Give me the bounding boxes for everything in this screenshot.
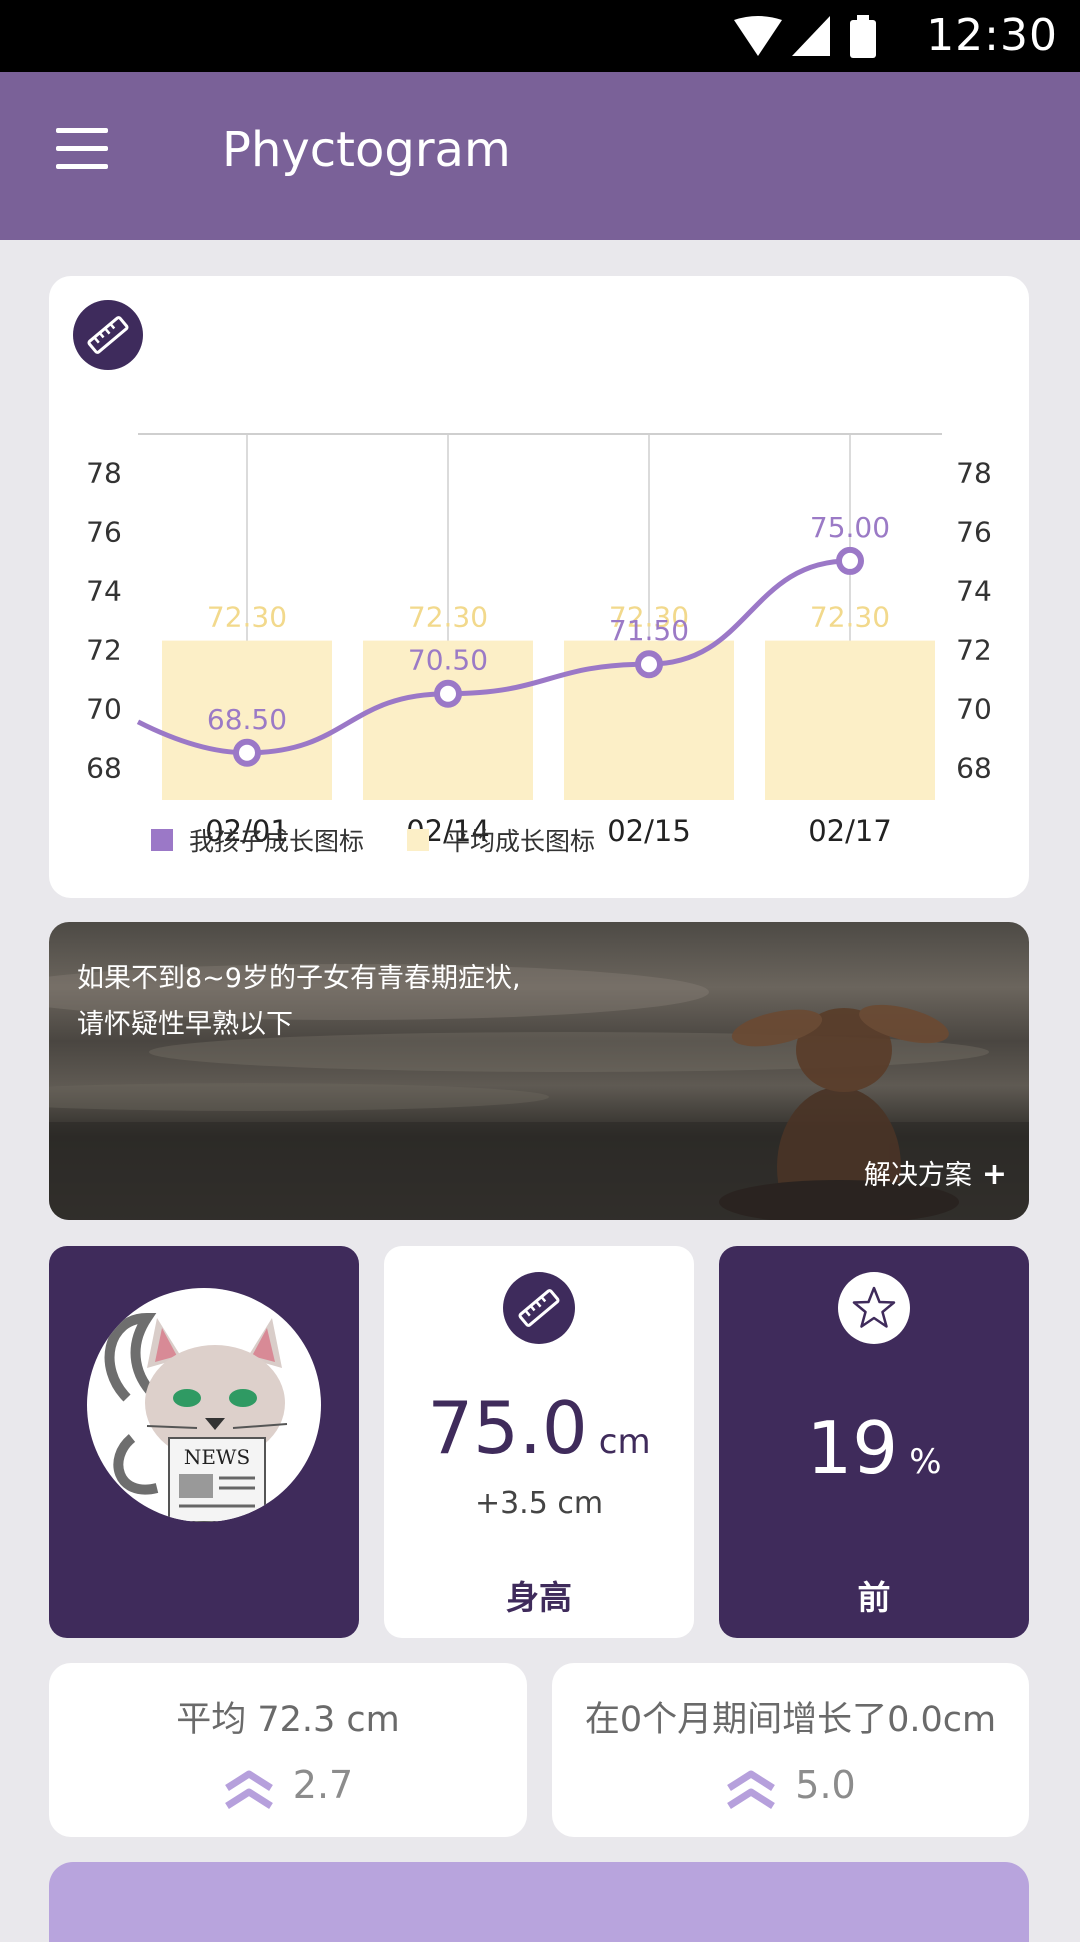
- growth-chart-card: 72.30 72.30 72.30 72.30 68.50 70.50 71.50 75.0…: [49, 276, 1029, 898]
- average-bar-label: 72.30: [408, 601, 488, 634]
- y-axis-left-tick: 76: [86, 515, 122, 548]
- legend-label-average: 平均成长图标: [445, 827, 595, 856]
- average-bar: [765, 640, 935, 800]
- y-axis-right-tick: 72: [956, 633, 992, 666]
- banner-line-2: 请怀疑性早熟以下: [77, 1009, 293, 1040]
- star-icon: [838, 1272, 910, 1344]
- y-axis-right-tick: 70: [956, 693, 992, 726]
- banner-line-1: 如果不到8~9岁的子女有青春期症状,: [77, 963, 521, 994]
- height-tile[interactable]: 75.0 cm +3.5 cm 身高: [384, 1246, 694, 1638]
- child-growth-point: [233, 738, 261, 767]
- child-growth-point: [836, 546, 864, 575]
- y-axis-right-tick: 78: [956, 456, 992, 489]
- child-avatar-tile[interactable]: NEWS: [49, 1246, 359, 1638]
- growth-label: 在0个月期间增长了0.0cm: [584, 1700, 997, 1740]
- double-chevron-up-icon: [727, 1770, 776, 1809]
- average-label: 平均 72.3 cm: [176, 1700, 400, 1740]
- banner-text: 如果不到8~9岁的子女有青春期症状, 请怀疑性早熟以下: [77, 956, 521, 1048]
- y-axis-left-tick: 78: [86, 456, 122, 489]
- bottom-action-button[interactable]: [49, 1862, 1029, 1942]
- growth-value: 5.0: [795, 1763, 856, 1807]
- growth-stat-card: 在0个月期间增长了0.0cm 5.0: [552, 1663, 1029, 1837]
- percentile-value-group: 19 %: [719, 1406, 1029, 1490]
- percentile-tile[interactable]: 19 % 前: [719, 1246, 1029, 1638]
- solution-button[interactable]: 解决方案 +: [864, 1153, 1007, 1192]
- menu-icon[interactable]: [48, 128, 112, 180]
- app-bar: Phyctogram: [0, 72, 1080, 240]
- height-caption: 身高: [506, 1578, 572, 1617]
- average-value: 2.7: [292, 1763, 354, 1807]
- growth-chart: 72.30 72.30 72.30 72.30 68.5070.5071.5075.0…: [86, 433, 992, 856]
- wifi-icon: [734, 16, 782, 56]
- y-axis-right-tick: 74: [956, 574, 992, 607]
- child-growth-point: [434, 679, 462, 708]
- battery-icon: [850, 20, 876, 58]
- legend-swatch-average: [407, 829, 429, 851]
- cat-news-avatar: NEWS: [104, 1312, 288, 1522]
- child-growth-point: [635, 650, 663, 679]
- y-axis-left-tick: 70: [86, 693, 122, 726]
- legend-label-child: 我孩子成长图标: [189, 827, 364, 856]
- double-chevron-up-icon: [224, 1770, 273, 1809]
- growth-row: 5.0: [552, 1763, 1029, 1810]
- average-row: 2.7: [49, 1763, 527, 1810]
- y-axis-right-tick: 68: [956, 752, 992, 785]
- svg-text:NEWS: NEWS: [184, 1445, 250, 1469]
- average-bar-label: 72.30: [810, 601, 890, 634]
- percentile-unit: %: [909, 1442, 942, 1482]
- height-value: 75.0: [427, 1386, 588, 1470]
- x-axis-tick: 02/17: [808, 814, 892, 848]
- average-stat-card: 平均 72.3 cm 2.7: [49, 1663, 527, 1837]
- legend-swatch-child: [151, 829, 173, 851]
- average-bar-label: 72.30: [207, 601, 287, 634]
- y-axis-left-tick: 72: [86, 633, 122, 666]
- x-axis-tick: 02/15: [607, 814, 691, 848]
- precocious-puberty-banner[interactable]: 如果不到8~9岁的子女有青春期症状, 请怀疑性早熟以下 解决方案 +: [49, 922, 1029, 1220]
- height-delta: +3.5 cm: [474, 1486, 604, 1521]
- status-time: 12:30: [926, 10, 1058, 61]
- child-growth-point-label: 68.50: [207, 703, 287, 736]
- plus-icon: +: [981, 1157, 1007, 1192]
- child-growth-point-label: 75.00: [810, 511, 890, 544]
- solution-label: 解决方案: [863, 1160, 972, 1191]
- percentile-value: 19: [806, 1406, 899, 1490]
- signal-battery-icons: [734, 15, 876, 58]
- height-unit: cm: [598, 1422, 651, 1462]
- status-bar: 12:30: [0, 0, 1080, 72]
- percentile-caption: 前: [857, 1578, 891, 1617]
- avatar: NEWS: [87, 1288, 321, 1522]
- app-title: Phyctogram: [222, 122, 511, 178]
- child-growth-point-label: 71.50: [609, 614, 689, 647]
- signal-icon: [792, 16, 830, 56]
- status-icons: [730, 12, 900, 64]
- y-axis-left-tick: 74: [86, 574, 122, 607]
- child-growth-point-label: 70.50: [408, 644, 488, 677]
- ruler-icon: [503, 1272, 575, 1344]
- y-axis-left-tick: 68: [86, 752, 122, 785]
- height-value-group: 75.0 cm: [384, 1386, 694, 1470]
- y-axis-right-tick: 76: [956, 515, 992, 548]
